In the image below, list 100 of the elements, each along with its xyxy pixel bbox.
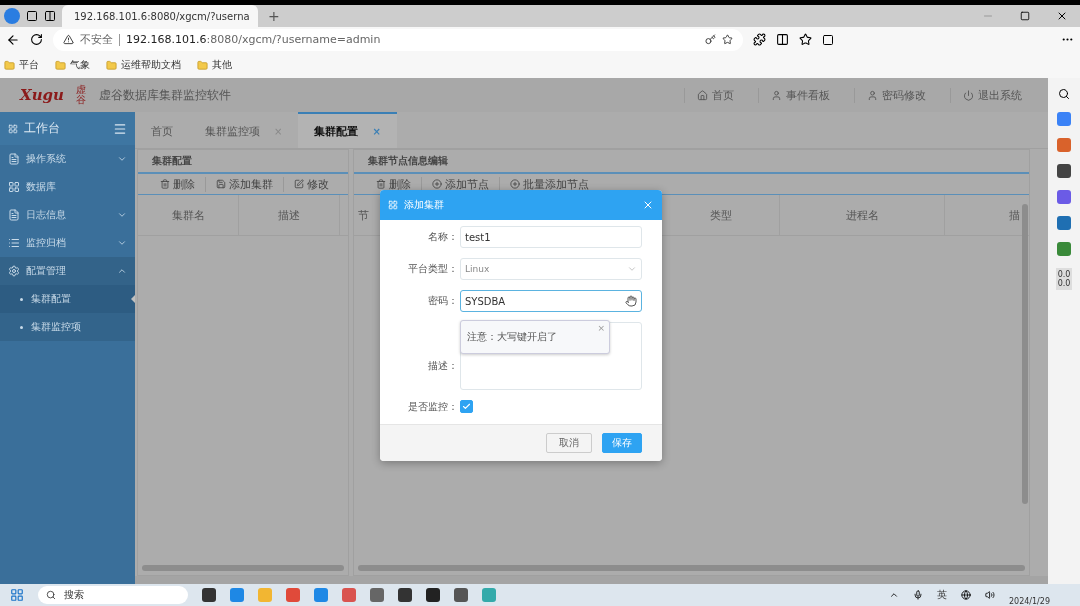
column-header: 集群名 bbox=[138, 195, 239, 235]
chevron-down-icon bbox=[117, 154, 127, 164]
column-header: 描 bbox=[1008, 207, 1021, 224]
bookmark[interactable]: 平台 bbox=[4, 58, 39, 72]
browser-profile-icon[interactable] bbox=[4, 8, 20, 24]
sidebar-item[interactable]: 监控归档 bbox=[0, 229, 135, 257]
tab[interactable]: 集群监控项 × bbox=[189, 112, 299, 148]
logo-mark: 虚谷 bbox=[75, 85, 87, 105]
column-header: 描述 bbox=[239, 195, 340, 235]
bookmark[interactable]: 其他 bbox=[197, 58, 232, 72]
security-label: 不安全 bbox=[80, 32, 113, 47]
browser-tab[interactable]: 192.168.101.6:8080/xgcm/?userna bbox=[62, 5, 258, 27]
hand-cursor-icon bbox=[625, 295, 637, 307]
bookmark[interactable]: 运维帮助文档 bbox=[106, 58, 181, 72]
restore-icon[interactable] bbox=[1020, 11, 1030, 21]
warning-icon bbox=[63, 34, 74, 45]
dialog-title: 添加集群 bbox=[404, 198, 445, 212]
search-icon[interactable] bbox=[1058, 88, 1070, 100]
toolbar-button[interactable]: 添加集群 bbox=[205, 176, 283, 192]
app-icon[interactable] bbox=[1057, 216, 1071, 230]
network-icon[interactable] bbox=[960, 590, 971, 600]
chevron-up-icon[interactable] bbox=[888, 590, 899, 600]
back-icon[interactable] bbox=[6, 32, 20, 47]
tab[interactable]: 首页 bbox=[135, 112, 189, 148]
header-link[interactable]: 退出系统 bbox=[950, 87, 1034, 103]
tab[interactable]: 集群配置 × bbox=[298, 112, 397, 148]
field-label: 密码： bbox=[427, 294, 459, 308]
select-field[interactable]: Linux bbox=[460, 258, 642, 280]
trash-icon bbox=[376, 179, 386, 189]
volume-icon[interactable] bbox=[984, 590, 995, 600]
save-button[interactable]: 保存 bbox=[602, 433, 642, 453]
input-field[interactable]: test1 bbox=[460, 226, 642, 248]
key-icon[interactable] bbox=[705, 34, 716, 45]
menu-icon[interactable] bbox=[113, 121, 127, 136]
chevron-down-icon bbox=[117, 238, 127, 248]
plus-icon bbox=[510, 179, 520, 189]
sidebar-subitem[interactable]: 集群配置 bbox=[0, 285, 135, 313]
app-icon[interactable] bbox=[1057, 190, 1071, 204]
panel-title: 集群配置 bbox=[138, 150, 348, 174]
app-icon[interactable] bbox=[1057, 242, 1071, 256]
taskbar-app-icon[interactable] bbox=[398, 588, 412, 602]
extensions-icon[interactable] bbox=[753, 33, 766, 46]
checkbox[interactable] bbox=[460, 400, 473, 413]
field-label: 平台类型： bbox=[407, 262, 459, 276]
document-icon bbox=[8, 153, 20, 165]
user-icon bbox=[771, 89, 782, 101]
split-icon[interactable] bbox=[776, 33, 789, 46]
grid-icon bbox=[388, 200, 398, 210]
chevron-up-icon bbox=[117, 266, 127, 276]
network-reading: 0.0 bbox=[1057, 270, 1071, 279]
folder-icon bbox=[197, 59, 208, 71]
microphone-icon[interactable] bbox=[912, 590, 923, 600]
toolbar-button[interactable]: 修改 bbox=[283, 176, 339, 192]
grid-icon bbox=[8, 181, 20, 193]
taskbar-app-icon[interactable] bbox=[202, 588, 216, 602]
taskbar-app-icon[interactable] bbox=[454, 588, 468, 602]
password-field[interactable]: SYSDBA bbox=[460, 290, 642, 312]
settings-icon bbox=[8, 265, 20, 277]
sidebar-item[interactable]: 数据库 bbox=[0, 173, 135, 201]
tab-actions-icon[interactable] bbox=[44, 10, 56, 22]
taskbar-app-icon[interactable] bbox=[426, 588, 440, 602]
close-icon[interactable] bbox=[1056, 10, 1068, 22]
reload-icon[interactable] bbox=[30, 33, 43, 46]
save-icon bbox=[216, 179, 226, 189]
new-tab-button[interactable]: + bbox=[268, 8, 280, 24]
document-icon bbox=[8, 209, 20, 221]
sidebar-item[interactable]: 配置管理 bbox=[0, 257, 135, 285]
favorite-icon[interactable] bbox=[722, 34, 733, 45]
address-field[interactable]: 不安全 192.168.101.6:8080/xgcm/?username=admin bbox=[53, 28, 743, 51]
cancel-button[interactable]: 取消 bbox=[546, 433, 592, 453]
close-icon[interactable]: × bbox=[597, 323, 605, 333]
field-label: 是否监控： bbox=[407, 400, 459, 414]
url-text: 192.168.101.6:8080/xgcm/?username=admin bbox=[126, 33, 381, 46]
user-icon bbox=[867, 89, 878, 101]
bookmark[interactable]: 气象 bbox=[55, 58, 90, 72]
sidebar-item[interactable]: 操作系统 bbox=[0, 145, 135, 173]
language-indicator[interactable]: 英 bbox=[936, 588, 947, 602]
toolbar-button[interactable]: 删除 bbox=[150, 176, 205, 192]
chevron-down-icon bbox=[117, 210, 127, 220]
header-link[interactable]: 密码修改 bbox=[854, 87, 938, 103]
collections-icon[interactable] bbox=[822, 33, 834, 46]
toolbar-button[interactable]: 删除 bbox=[366, 176, 421, 192]
workspaces-icon[interactable] bbox=[26, 10, 38, 22]
plus-icon bbox=[432, 179, 442, 189]
sidebar-item[interactable]: 日志信息 bbox=[0, 201, 135, 229]
network-reading: 0.0 bbox=[1057, 279, 1071, 288]
header-link[interactable]: 事件看板 bbox=[758, 87, 842, 103]
windows-start-icon[interactable] bbox=[10, 588, 24, 602]
app-title: 虚谷数据库集群监控软件 bbox=[98, 86, 232, 104]
sidebar-subitem[interactable]: 集群监控项 bbox=[0, 313, 135, 341]
power-icon bbox=[963, 89, 974, 101]
folder-icon bbox=[106, 59, 117, 71]
header-link[interactable]: 首页 bbox=[684, 87, 746, 103]
folder-icon bbox=[4, 59, 15, 71]
trash-icon bbox=[160, 179, 170, 189]
search-field[interactable]: 搜索 bbox=[38, 586, 188, 604]
grid-icon bbox=[8, 123, 18, 134]
folder-icon bbox=[55, 59, 66, 71]
favorites-icon[interactable] bbox=[799, 33, 812, 46]
taskbar-app-icon[interactable] bbox=[370, 588, 384, 602]
